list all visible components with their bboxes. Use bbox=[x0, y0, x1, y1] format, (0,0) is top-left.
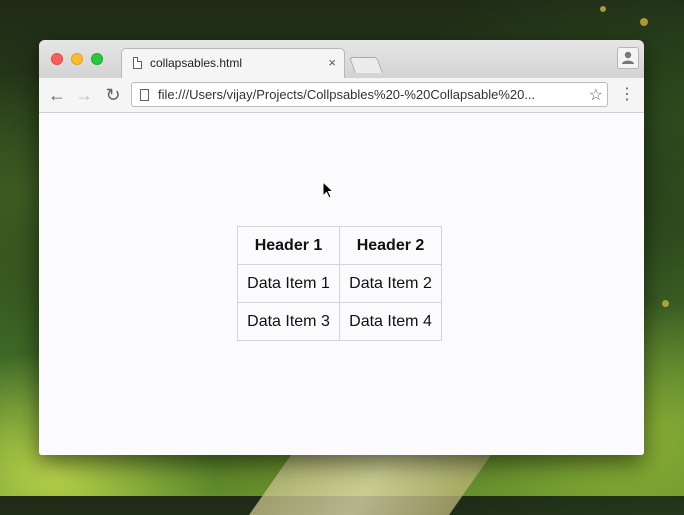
table-cell: Data Item 3 bbox=[237, 302, 340, 341]
profile-button[interactable] bbox=[617, 47, 639, 69]
bookmark-star-icon[interactable]: ☆ bbox=[589, 85, 603, 105]
table-header-cell: Header 1 bbox=[237, 226, 340, 265]
page-viewport: Header 1 Header 2 Data Item 1 Data Item … bbox=[39, 113, 644, 455]
reload-icon[interactable]: ↻ bbox=[102, 84, 124, 106]
window-close-button[interactable] bbox=[51, 53, 63, 65]
table-cell: Data Item 1 bbox=[237, 264, 340, 303]
page-info-icon[interactable] bbox=[140, 89, 149, 101]
data-table: Header 1 Header 2 Data Item 1 Data Item … bbox=[237, 226, 442, 341]
table-row: Data Item 1 Data Item 2 bbox=[237, 264, 442, 303]
tab-title: collapsables.html bbox=[150, 56, 243, 70]
page-icon bbox=[133, 57, 142, 69]
window-maximize-button[interactable] bbox=[91, 53, 103, 65]
table-row: Data Item 3 Data Item 4 bbox=[237, 302, 442, 341]
table-cell: Data Item 4 bbox=[339, 302, 442, 341]
browser-toolbar: ← → ↻ file:///Users/vijay/Projects/Collp… bbox=[39, 78, 644, 113]
background-path bbox=[248, 455, 492, 515]
table-cell: Data Item 2 bbox=[339, 264, 442, 303]
desktop-background: { "browser": { "tab": { "title": "collap… bbox=[0, 0, 684, 515]
tab-strip: collapsables.html × bbox=[39, 40, 644, 78]
background-flower bbox=[640, 18, 648, 26]
background-flower bbox=[662, 300, 669, 307]
window-minimize-button[interactable] bbox=[71, 53, 83, 65]
table-header-row: Header 1 Header 2 bbox=[237, 226, 442, 265]
browser-menu-icon[interactable]: ⋮ bbox=[619, 84, 635, 106]
table-header-cell: Header 2 bbox=[339, 226, 442, 265]
back-icon[interactable]: ← bbox=[46, 84, 68, 106]
tab-close-icon[interactable]: × bbox=[328, 55, 336, 70]
browser-window: collapsables.html × ← → ↻ file:///Users/… bbox=[39, 40, 644, 455]
background-flower bbox=[600, 6, 606, 12]
url-text[interactable]: file:///Users/vijay/Projects/Collpsables… bbox=[158, 87, 578, 102]
forward-icon[interactable]: → bbox=[73, 84, 95, 106]
tab-collapsables[interactable]: collapsables.html × bbox=[121, 48, 345, 78]
mouse-cursor-icon bbox=[322, 181, 335, 199]
address-bar[interactable]: file:///Users/vijay/Projects/Collpsables… bbox=[131, 82, 608, 107]
new-tab-button[interactable] bbox=[349, 57, 383, 73]
person-icon bbox=[622, 51, 634, 64]
